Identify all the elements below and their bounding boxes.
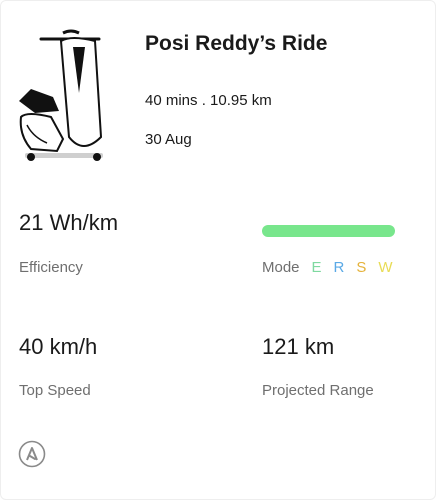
mode-letter-s: S (356, 259, 367, 276)
scooter-illustration (19, 29, 103, 161)
mode-bar (262, 225, 395, 237)
brand-logo-icon (18, 440, 46, 468)
ride-duration-distance: 40 mins . 10.95 km (145, 92, 272, 109)
mode-letter-r: R (333, 259, 345, 276)
efficiency-value: 21 Wh/km (19, 210, 119, 235)
mode-label: Mode (262, 259, 300, 276)
top-speed-label: Top Speed (19, 382, 91, 399)
projected-range-value: 121 km (262, 334, 335, 359)
mode-letter-w: W (378, 259, 393, 276)
mode-row: Mode E R S W (262, 259, 405, 276)
efficiency-label: Efficiency (19, 259, 83, 276)
top-speed-value: 40 km/h (19, 334, 98, 359)
ride-title: Posi Reddy’s Ride (145, 32, 328, 55)
ride-card[interactable]: Posi Reddy’s Ride 40 mins . 10.95 km 30 … (0, 0, 436, 500)
ride-date: 30 Aug (145, 131, 192, 148)
projected-range-label: Projected Range (262, 382, 374, 399)
mode-letter-e: E (311, 259, 322, 276)
